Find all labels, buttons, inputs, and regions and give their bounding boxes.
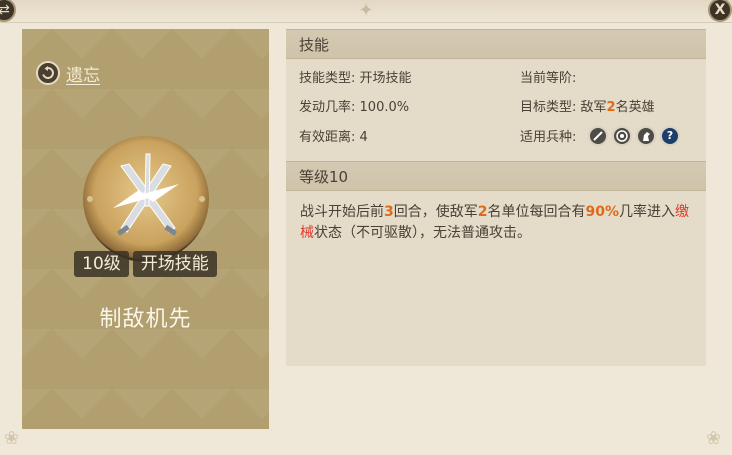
crossed-swords-icon (83, 136, 209, 262)
archer-icon[interactable] (612, 126, 632, 146)
infantry-icon[interactable] (588, 126, 608, 146)
target-count: 2 (606, 100, 616, 115)
level-section-header: 等级10 (286, 161, 706, 191)
skill-section-title: 技能 (299, 36, 330, 54)
skill-card: 遗忘 10级 开场技能 制敌机先 (22, 29, 269, 429)
level-badge: 10级 (74, 251, 129, 277)
range-row: 有效距离: 4 (299, 129, 368, 147)
trigger-rate-row: 发动几率: 100.0% (299, 99, 409, 117)
skill-badges: 10级 开场技能 (22, 251, 269, 277)
range-value: 4 (359, 130, 368, 145)
current-rank-label: 当前等阶: (520, 71, 577, 86)
unit-count: 2 (477, 204, 488, 220)
target-type-row: 目标类型: 敌军2名英雄 (520, 99, 655, 117)
bottom-right-ornament-icon: ❀ (706, 428, 722, 449)
close-icon: X (714, 2, 726, 18)
current-rank-row: 当前等阶: (520, 70, 576, 88)
skill-section-header: 技能 (286, 29, 706, 59)
troop-icons: ? (588, 126, 680, 146)
top-ornament-icon: ✦ (358, 0, 374, 21)
unknown-icon[interactable]: ? (660, 126, 680, 146)
trigger-rate-label: 发动几率: (299, 100, 356, 115)
skill-type-row: 技能类型: 开场技能 (299, 70, 412, 88)
forget-button[interactable]: 遗忘 (36, 59, 100, 87)
skill-type-label: 技能类型: (299, 71, 356, 86)
troop-type-label: 适用兵种: (520, 130, 577, 145)
target-type-label: 目标类型: (520, 100, 577, 115)
round-count: 3 (384, 204, 394, 220)
window-top-bar: ✦ (0, 0, 732, 23)
bottom-left-ornament-icon: ❀ (4, 428, 20, 449)
troop-type-row: 适用兵种: (520, 129, 576, 147)
trigger-rate-value: 100.0% (359, 100, 410, 115)
chance-value: 90% (585, 204, 620, 220)
cavalry-icon[interactable] (636, 126, 656, 146)
undo-icon (36, 61, 60, 85)
range-label: 有效距离: (299, 130, 356, 145)
skill-name: 制敌机先 (99, 307, 192, 332)
forget-label: 遗忘 (66, 65, 100, 86)
skill-type-badge: 开场技能 (132, 251, 217, 277)
skill-description: 战斗开始后前3回合，使敌军2名单位每回合有90%几率进入缴械状态（不可驱散），无… (300, 204, 690, 241)
target-type-post: 名英雄 (615, 100, 655, 115)
level-section-title: 等级10 (299, 168, 349, 186)
skill-detail-panel: 技能 技能类型: 开场技能 当前等阶: 发动几率: 100.0% 目标类型: 敌… (286, 29, 706, 366)
target-type-pre: 敌军 (580, 100, 607, 115)
skill-type-value: 开场技能 (359, 71, 412, 86)
